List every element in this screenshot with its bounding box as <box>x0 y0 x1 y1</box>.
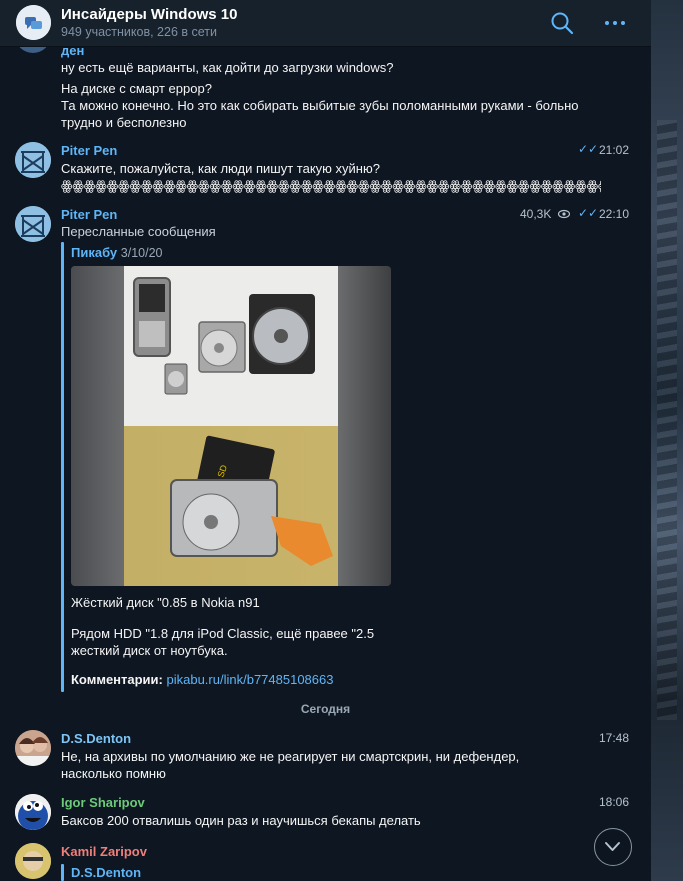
avatar[interactable] <box>15 142 51 178</box>
date-separator: Сегодня <box>300 702 351 716</box>
chat-header[interactable]: Инсайдеры Windows 10 949 участников, 226… <box>0 0 651 47</box>
message-text: Баксов 200 отвалишь один раз и научишься… <box>61 813 421 828</box>
chat-members-count: 949 участников, 226 в сети <box>61 25 217 39</box>
search-icon <box>551 12 574 35</box>
sender-name[interactable]: Kamil Zaripov <box>61 844 147 859</box>
message[interactable]: Piter Pen ✓✓ 21:02 Скажите, пожалуйста, … <box>0 140 651 200</box>
photo-caption-details: Рядом HDD "1.8 для iPod Classic, ещё пра… <box>71 626 375 658</box>
more-icon <box>605 21 625 25</box>
views-count: 40,3K <box>520 207 552 221</box>
read-ticks-icon: ✓✓ <box>578 206 599 220</box>
reply-to-name[interactable]: D.S.Denton <box>71 865 141 880</box>
forward-bar <box>61 242 64 692</box>
more-button[interactable] <box>602 10 628 36</box>
message-time: 22:10 <box>598 207 629 221</box>
views-eye-icon <box>558 209 570 219</box>
forward-source[interactable]: Пикабу 3/10/20 <box>71 245 163 260</box>
desktop-wallpaper <box>651 0 683 881</box>
chat-window: Инсайдеры Windows 10 949 участников, 226… <box>0 0 651 881</box>
avatar[interactable] <box>15 843 51 879</box>
group-avatar[interactable] <box>16 5 51 40</box>
photo-caption: Жёсткий диск "0.85 в Nokia n91 <box>71 595 260 610</box>
message-text: Не, на архивы по умолчанию же не реагиру… <box>61 749 520 781</box>
avatar[interactable] <box>15 206 51 242</box>
chat-title[interactable]: Инсайдеры Windows 10 <box>61 6 237 23</box>
avatar[interactable] <box>15 730 51 766</box>
scroll-to-bottom-button[interactable] <box>594 828 632 866</box>
message[interactable]: Kamil Zaripov D.S.Denton <box>0 838 651 881</box>
forward-date: 3/10/20 <box>120 246 163 260</box>
message-time: 21:02 <box>598 143 629 157</box>
sender-name[interactable]: Igor Sharipov <box>61 795 145 810</box>
forwarded-label: Пересланные сообщения <box>61 224 216 239</box>
message-text: Скажите, пожалуйста, как люди пишут таку… <box>61 161 601 193</box>
avatar[interactable] <box>15 794 51 830</box>
comments-line: Комментарии: pikabu.ru/link/b77485108663 <box>71 672 333 687</box>
comments-link[interactable]: pikabu.ru/link/b77485108663 <box>167 672 334 687</box>
message-text: ну есть ещё варианты, как дойти до загру… <box>61 60 394 75</box>
message-time: 17:48 <box>598 731 629 745</box>
message[interactable]: Igor Sharipov 18:06 Баксов 200 отвалишь … <box>0 792 651 834</box>
message-text: На диске с смарт еррор? Та можно конечно… <box>61 81 579 130</box>
search-button[interactable] <box>549 10 575 36</box>
forward-source-name[interactable]: Пикабу <box>71 245 117 260</box>
message[interactable]: D.S.Denton 17:48 Не, на архивы по умолча… <box>0 728 651 788</box>
sender-name[interactable]: D.S.Denton <box>61 731 131 746</box>
read-ticks-icon: ✓✓ <box>578 142 599 156</box>
chevron-down-icon <box>605 842 620 851</box>
sender-name[interactable]: Piter Pen <box>61 207 117 222</box>
message-time: 18:06 <box>598 795 629 809</box>
message-photo[interactable]: SD <box>71 266 391 586</box>
reply-bar <box>61 864 64 881</box>
sender-name[interactable]: Piter Pen <box>61 143 117 158</box>
comments-label: Комментарии: <box>71 672 163 687</box>
